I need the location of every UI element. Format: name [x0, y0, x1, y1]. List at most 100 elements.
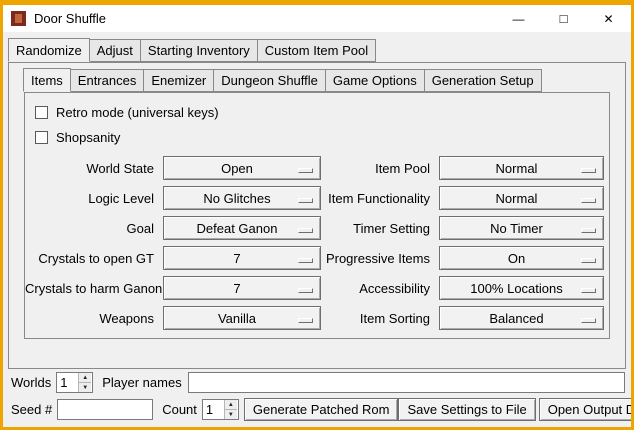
save-settings-button[interactable]: Save Settings to File [398, 398, 535, 421]
crystals-harm-ganon-dropdown[interactable]: 7 [163, 276, 321, 300]
settings-row: Goal Defeat Ganon Timer Setting No Timer [25, 213, 609, 243]
retro-mode-label: Retro mode (universal keys) [56, 105, 219, 120]
item-functionality-label: Item Functionality [321, 191, 439, 206]
worlds-row: Worlds ▲ ▼ Player names [11, 372, 625, 393]
count-label: Count [162, 402, 197, 417]
logic-level-dropdown[interactable]: No Glitches [163, 186, 321, 210]
spin-down-icon[interactable]: ▼ [78, 382, 91, 392]
crystals-open-gt-label: Crystals to open GT [25, 251, 163, 266]
tab-dungeon-shuffle[interactable]: Dungeon Shuffle [213, 69, 326, 92]
menu-indicator-icon [298, 288, 313, 293]
minimize-button[interactable]: — [496, 5, 541, 32]
menu-indicator-icon [298, 168, 313, 173]
dropdown-value: Balanced [489, 311, 553, 326]
app-icon [11, 11, 26, 26]
accessibility-label: Accessibility [321, 281, 439, 296]
worlds-label: Worlds [11, 375, 51, 390]
settings-row: Weapons Vanilla Item Sorting Balanced [25, 303, 609, 333]
tab-generation-setup[interactable]: Generation Setup [424, 69, 542, 92]
menu-indicator-icon [298, 228, 313, 233]
dropdown-value: Defeat Ganon [197, 221, 288, 236]
item-pool-dropdown[interactable]: Normal [439, 156, 604, 180]
window-title: Door Shuffle [34, 11, 106, 26]
player-names-input[interactable] [188, 372, 625, 393]
randomize-pane: Items Entrances Enemizer Dungeon Shuffle… [8, 62, 626, 369]
timer-setting-label: Timer Setting [321, 221, 439, 236]
retro-mode-checkbox[interactable] [35, 106, 48, 119]
open-output-directory-button[interactable]: Open Output Directory [539, 398, 631, 421]
shopsanity-checkbox[interactable] [35, 131, 48, 144]
seed-row: Seed # Count ▲ ▼ Generate Patched Rom Sa… [11, 398, 625, 421]
dropdown-value: Vanilla [218, 311, 266, 326]
menu-indicator-icon [581, 318, 596, 323]
tab-starting-inventory[interactable]: Starting Inventory [140, 39, 258, 62]
menu-indicator-icon [581, 258, 596, 263]
tab-randomize[interactable]: Randomize [8, 38, 90, 62]
spin-up-icon[interactable]: ▲ [224, 400, 237, 409]
dropdown-value: On [508, 251, 535, 266]
settings-row: Logic Level No Glitches Item Functionali… [25, 183, 609, 213]
count-input[interactable] [203, 400, 224, 419]
item-sorting-label: Item Sorting [321, 311, 439, 326]
item-sorting-dropdown[interactable]: Balanced [439, 306, 604, 330]
player-names-label: Player names [102, 375, 181, 390]
dropdown-value: No Timer [490, 221, 553, 236]
generate-patched-rom-button[interactable]: Generate Patched Rom [244, 398, 399, 421]
shopsanity-row: Shopsanity [35, 125, 609, 150]
item-pool-label: Item Pool [321, 161, 439, 176]
menu-indicator-icon [581, 198, 596, 203]
tab-entrances[interactable]: Entrances [70, 69, 145, 92]
close-button[interactable]: ✕ [586, 5, 631, 32]
spin-down-icon[interactable]: ▼ [224, 409, 237, 419]
outer-tab-bar: Randomize Adjust Starting Inventory Cust… [8, 38, 631, 62]
dropdown-value: Normal [496, 191, 548, 206]
menu-indicator-icon [298, 318, 313, 323]
maximize-button[interactable]: □ [541, 5, 586, 32]
worlds-stepper-buttons: ▲ ▼ [78, 373, 91, 392]
timer-setting-dropdown[interactable]: No Timer [439, 216, 604, 240]
accessibility-dropdown[interactable]: 100% Locations [439, 276, 604, 300]
world-state-dropdown[interactable]: Open [163, 156, 321, 180]
tab-adjust[interactable]: Adjust [89, 39, 141, 62]
dropdown-value: Normal [496, 161, 548, 176]
crystals-harm-ganon-label: Crystals to harm Ganon [25, 281, 163, 296]
count-stepper: ▲ ▼ [202, 399, 239, 420]
logic-level-label: Logic Level [25, 191, 163, 206]
items-pane: Retro mode (universal keys) Shopsanity W… [24, 92, 610, 339]
dropdown-value: Open [221, 161, 263, 176]
world-state-label: World State [25, 161, 163, 176]
app-window: Door Shuffle — □ ✕ Randomize Adjust Star… [0, 0, 634, 430]
window-body: Randomize Adjust Starting Inventory Cust… [3, 32, 631, 427]
tab-game-options[interactable]: Game Options [325, 69, 425, 92]
progressive-items-label: Progressive Items [321, 251, 439, 266]
tab-items[interactable]: Items [23, 68, 71, 92]
dropdown-value: 100% Locations [470, 281, 573, 296]
menu-indicator-icon [298, 258, 313, 263]
seed-label: Seed # [11, 402, 52, 417]
item-functionality-dropdown[interactable]: Normal [439, 186, 604, 210]
worlds-stepper: ▲ ▼ [56, 372, 93, 393]
crystals-open-gt-dropdown[interactable]: 7 [163, 246, 321, 270]
worlds-input[interactable] [57, 373, 78, 392]
titlebar: Door Shuffle — □ ✕ [3, 5, 631, 32]
retro-mode-row: Retro mode (universal keys) [35, 100, 609, 125]
tab-custom-item-pool[interactable]: Custom Item Pool [257, 39, 376, 62]
menu-indicator-icon [298, 198, 313, 203]
inner-tab-bar: Items Entrances Enemizer Dungeon Shuffle… [23, 68, 625, 92]
shopsanity-label: Shopsanity [56, 130, 120, 145]
progressive-items-dropdown[interactable]: On [439, 246, 604, 270]
weapons-dropdown[interactable]: Vanilla [163, 306, 321, 330]
weapons-label: Weapons [25, 311, 163, 326]
spin-up-icon[interactable]: ▲ [78, 373, 91, 382]
dropdown-value: No Glitches [203, 191, 280, 206]
settings-grid: World State Open Item Pool Normal Logic … [25, 153, 609, 333]
goal-dropdown[interactable]: Defeat Ganon [163, 216, 321, 240]
menu-indicator-icon [581, 168, 596, 173]
seed-input[interactable] [57, 399, 153, 420]
dropdown-value: 7 [233, 251, 250, 266]
count-stepper-buttons: ▲ ▼ [224, 400, 237, 419]
bottom-bar: Worlds ▲ ▼ Player names Seed # Count [3, 372, 631, 427]
menu-indicator-icon [581, 228, 596, 233]
tab-enemizer[interactable]: Enemizer [143, 69, 214, 92]
dropdown-value: 7 [233, 281, 250, 296]
